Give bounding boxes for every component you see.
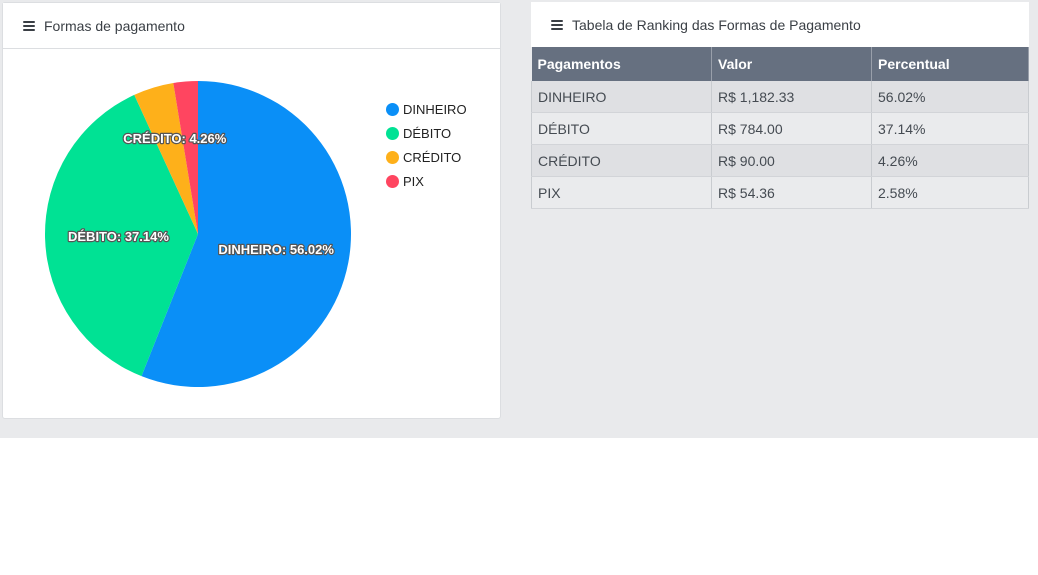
ranking-table: Pagamentos Valor Percentual DINHEIRO R$ … bbox=[531, 47, 1029, 209]
slice-label-crédito: CRÉDITO: 4.26% bbox=[123, 131, 227, 146]
ranking-card: Tabela de Ranking das Formas de Pagament… bbox=[531, 2, 1029, 209]
menu-icon[interactable] bbox=[551, 19, 563, 30]
ranking-header: Tabela de Ranking das Formas de Pagament… bbox=[531, 2, 1029, 47]
legend-label: DINHEIRO bbox=[403, 101, 467, 117]
cell-pagamento: CRÉDITO bbox=[531, 144, 712, 177]
legend-item-dinheiro[interactable]: DINHEIRO bbox=[386, 97, 467, 121]
pie-legend: DINHEIRO DÉBITO CRÉDITO PIX bbox=[386, 97, 467, 193]
legend-label: CRÉDITO bbox=[403, 149, 462, 165]
cell-valor: R$ 784.00 bbox=[711, 112, 872, 145]
cell-percentual: 37.14% bbox=[871, 112, 1029, 145]
menu-icon[interactable] bbox=[23, 20, 35, 31]
cell-percentual: 2.58% bbox=[871, 176, 1029, 209]
legend-marker-icon bbox=[386, 102, 399, 116]
legend-label: PIX bbox=[403, 173, 424, 189]
cell-pagamento: DINHEIRO bbox=[531, 81, 712, 113]
legend-marker-icon bbox=[386, 174, 399, 188]
cell-pagamento: DÉBITO bbox=[531, 112, 712, 145]
legend-item-débito[interactable]: DÉBITO bbox=[386, 121, 467, 145]
legend-item-pix[interactable]: PIX bbox=[386, 169, 467, 193]
legend-item-crédito[interactable]: CRÉDITO bbox=[386, 145, 467, 169]
table-row: DINHEIRO R$ 1,182.33 56.02% bbox=[531, 81, 1029, 113]
cell-percentual: 56.02% bbox=[871, 81, 1029, 113]
table-header-row: Pagamentos Valor Percentual bbox=[531, 47, 1029, 81]
column-header-valor[interactable]: Valor bbox=[711, 47, 872, 81]
column-header-pagamentos[interactable]: Pagamentos bbox=[531, 47, 712, 81]
cell-valor: R$ 54.36 bbox=[711, 176, 872, 209]
cell-valor: R$ 1,182.33 bbox=[711, 81, 872, 113]
cell-percentual: 4.26% bbox=[871, 144, 1029, 177]
payment-methods-header: Formas de pagamento bbox=[3, 3, 500, 49]
legend-marker-icon bbox=[386, 126, 399, 140]
table-row: CRÉDITO R$ 90.00 4.26% bbox=[531, 144, 1029, 177]
payment-methods-title: Formas de pagamento bbox=[44, 17, 185, 34]
table-row: DÉBITO R$ 784.00 37.14% bbox=[531, 112, 1029, 145]
legend-label: DÉBITO bbox=[403, 125, 452, 141]
payment-methods-card: Formas de pagamento DINHEIRO: 56.02% DÉBI… bbox=[2, 2, 501, 419]
slice-label-débito: DÉBITO: 37.14% bbox=[68, 229, 169, 244]
legend-marker-icon bbox=[386, 150, 399, 164]
ranking-title: Tabela de Ranking das Formas de Pagament… bbox=[572, 16, 861, 33]
cell-pagamento: PIX bbox=[531, 176, 712, 209]
column-header-percentual[interactable]: Percentual bbox=[871, 47, 1029, 81]
table-row: PIX R$ 54.36 2.58% bbox=[531, 176, 1029, 209]
cell-valor: R$ 90.00 bbox=[711, 144, 872, 177]
slice-label-dinheiro: DINHEIRO: 56.02% bbox=[218, 242, 334, 257]
